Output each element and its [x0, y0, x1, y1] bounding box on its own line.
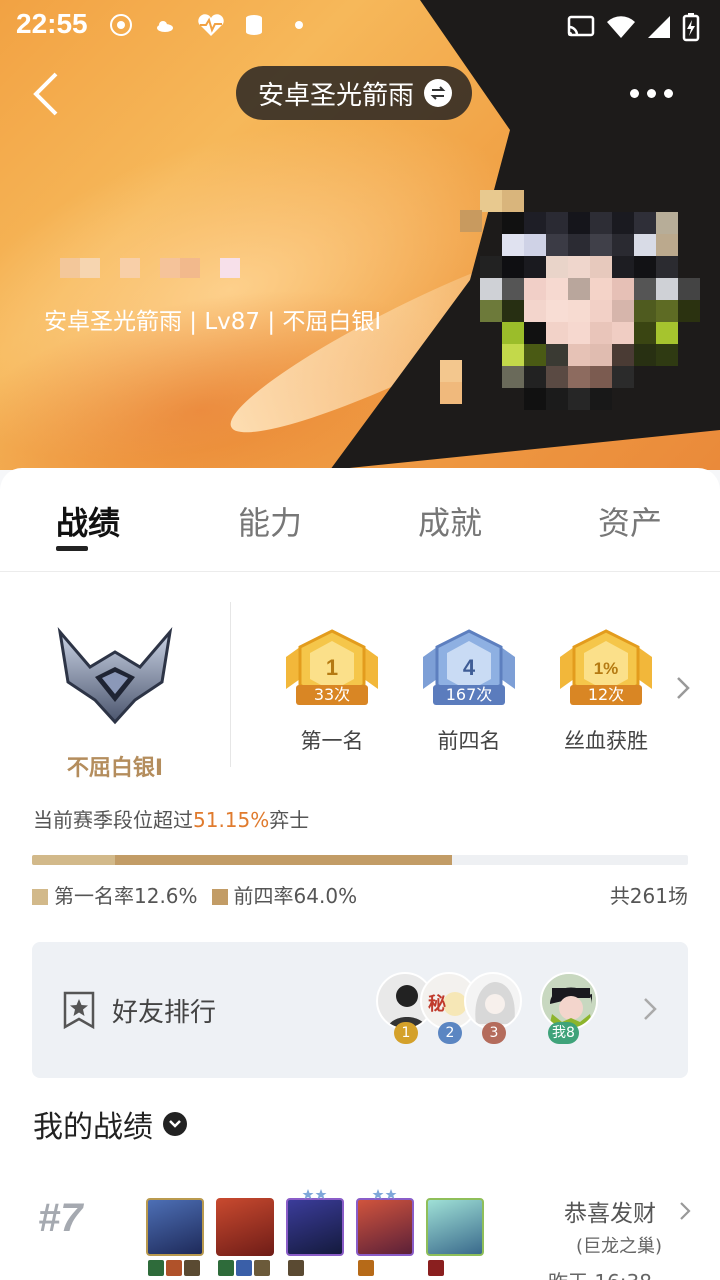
chevron-right-icon — [642, 996, 658, 1022]
badge-count: 167次 — [433, 685, 505, 705]
star-rank-icon — [372, 1189, 397, 1199]
game-mode: 恭喜发财 — [564, 1201, 656, 1227]
rank-name: 不屈白银I — [66, 756, 164, 781]
section-title: 我的战绩 — [33, 1110, 153, 1145]
more-dot — [630, 88, 639, 98]
legend-first-label: 第一名率12.6% — [54, 884, 198, 908]
chevron-left-icon — [33, 72, 58, 116]
item-icon — [236, 1260, 252, 1276]
champion-unit-icon — [426, 1198, 484, 1256]
champion-unit-icon — [146, 1198, 204, 1256]
status-right-icons — [566, 12, 700, 42]
item-icon — [148, 1260, 164, 1276]
badge-label: 前四名 — [437, 729, 501, 753]
rate-bar-top4 — [114, 855, 452, 865]
tab-record[interactable]: 战绩 — [56, 498, 120, 544]
legend-first: 第一名率12.6% — [32, 880, 198, 909]
page-title: 安卓圣光箭雨 — [258, 80, 415, 111]
back-button[interactable] — [28, 70, 68, 118]
chevron-right-icon — [678, 1200, 692, 1222]
item-icon — [358, 1260, 374, 1276]
badge-top-four[interactable]: 4 167次 前四名 — [419, 627, 519, 753]
divider — [230, 602, 231, 767]
account-switcher[interactable]: 安卓圣光箭雨 — [236, 66, 473, 120]
legend-top4-label: 前四率64.0% — [233, 884, 358, 908]
avatar — [440, 170, 710, 430]
match-placement: #7 — [38, 1196, 83, 1240]
chevron-right-icon — [677, 677, 690, 699]
tab-active-indicator — [56, 546, 88, 551]
item-icon — [184, 1260, 200, 1276]
more-dot — [664, 88, 673, 98]
match-date: 昨天 16:38 — [548, 1266, 652, 1280]
tab-achievement[interactable]: 成就 — [418, 498, 482, 544]
nickname-pixelated — [60, 258, 240, 278]
signal-icon — [648, 16, 670, 38]
main-content: 不屈白银I 1 33次 第一名 4 167次 前四名 1% 12次 丝血获胜 当… — [0, 572, 720, 1280]
more-dot — [647, 88, 656, 98]
champion-unit-icon — [356, 1198, 414, 1256]
percentile-value: 51.15% — [193, 808, 270, 832]
badges-more-button[interactable] — [674, 674, 692, 702]
badge-count: 12次 — [570, 685, 642, 705]
legend-swatch — [32, 889, 48, 905]
status-bar: 22:55 — [0, 0, 720, 50]
champion-unit-icon — [286, 1198, 344, 1256]
friend-ranking-label: 好友排行 — [112, 998, 217, 1028]
profile-subline: 安卓圣光箭雨 | Lv87 | 不屈白银I — [44, 309, 382, 335]
cloud-icon — [152, 12, 178, 38]
badge-count: 33次 — [296, 685, 368, 705]
item-icon — [166, 1260, 182, 1276]
tab-assets[interactable]: 资产 — [598, 498, 662, 544]
heartbeat-icon — [196, 12, 224, 38]
percentile-prefix: 当前赛季段位超过 — [33, 808, 193, 832]
svg-text:秘: 秘 — [428, 993, 446, 1015]
total-games: 共261场 — [609, 884, 688, 908]
svg-text:1: 1 — [326, 655, 338, 680]
item-icon — [218, 1260, 234, 1276]
svg-text:1%: 1% — [594, 659, 619, 678]
more-options-button[interactable] — [630, 80, 680, 106]
champion-unit-icon — [216, 1198, 274, 1256]
status-time: 22:55 — [16, 8, 88, 39]
chevron-down-icon — [163, 1112, 187, 1136]
my-rank-badge: 我8 — [548, 1022, 579, 1044]
badge-first-place[interactable]: 1 33次 第一名 — [282, 627, 382, 753]
legend-top4: 前四率64.0% — [211, 880, 358, 909]
tab-bar: 战绩 能力 成就 资产 — [0, 468, 720, 572]
wifi-icon — [607, 16, 635, 38]
item-icon — [288, 1260, 304, 1276]
game-map: (巨龙之巢) — [576, 1236, 663, 1257]
friend-rank-badge: 2 — [438, 1022, 462, 1044]
cast-icon — [567, 15, 595, 37]
friend-rank-badge: 3 — [482, 1022, 506, 1044]
friend-ranking-card[interactable]: 好友排行 1 秘 2 3 我8 — [32, 942, 688, 1078]
friend-rank-badge: 1 — [394, 1022, 418, 1044]
season-percentile: 当前赛季段位超过51.15%弈士 — [33, 804, 309, 833]
item-icon — [428, 1260, 444, 1276]
svg-text:4: 4 — [463, 655, 476, 680]
badge-label: 丝血获胜 — [564, 729, 648, 753]
bookmark-star-icon — [62, 990, 96, 1030]
tab-ability[interactable]: 能力 — [238, 498, 302, 544]
percentile-suffix: 弈士 — [269, 808, 310, 832]
badge-clutch-win[interactable]: 1% 12次 丝血获胜 — [556, 627, 656, 753]
rate-legend: 第一名率12.6% 前四率64.0% — [32, 880, 357, 909]
flower-icon — [108, 12, 134, 38]
item-icon — [254, 1260, 270, 1276]
dot-icon — [286, 12, 312, 38]
database-icon — [242, 12, 268, 38]
badge-label: 第一名 — [300, 729, 364, 753]
match-row[interactable]: #7 恭喜发财 (巨龙之巢) 昨天 16:38 — [0, 1182, 720, 1280]
swap-icon — [424, 79, 453, 107]
rate-bar-first — [32, 855, 115, 865]
battery-charging-icon — [682, 13, 700, 42]
star-rank-icon — [302, 1189, 327, 1199]
silver-rank-icon — [57, 626, 173, 725]
legend-swatch — [211, 889, 228, 905]
my-records-header[interactable]: 我的战绩 — [33, 1102, 187, 1146]
rate-bar — [32, 855, 688, 865]
